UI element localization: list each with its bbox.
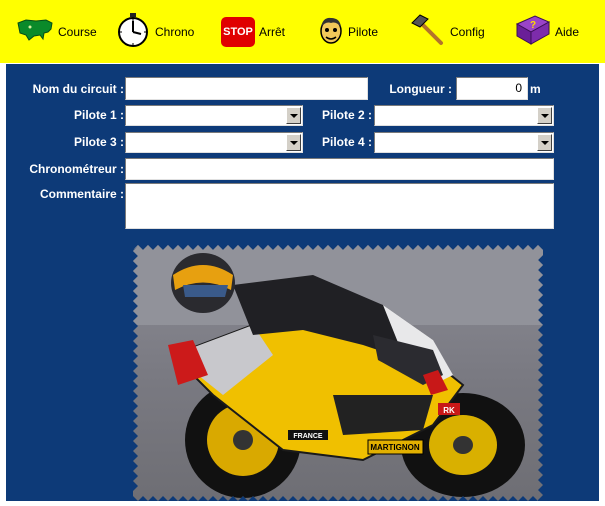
- pilote2-select[interactable]: [374, 105, 554, 126]
- usa-map-icon: [16, 17, 54, 48]
- sponsor-martignon-text: MARTIGNON: [370, 443, 420, 452]
- arret-button[interactable]: STOP Arrêt: [221, 14, 285, 50]
- pilote2-label: Pilote 2 :: [321, 108, 372, 122]
- stopwatch-icon: [115, 12, 151, 53]
- svg-text:?: ?: [530, 20, 536, 31]
- nom-circuit-label: Nom du circuit :: [32, 82, 124, 96]
- pilote4-select[interactable]: [374, 132, 554, 153]
- aide-label: Aide: [555, 25, 580, 39]
- longueur-label: Longueur :: [389, 82, 452, 96]
- pilote4-label: Pilote 4 :: [321, 135, 372, 149]
- plate-text: RK: [443, 406, 455, 415]
- config-label: Config: [450, 25, 485, 39]
- pilote3-dropdown-icon[interactable]: [286, 134, 301, 151]
- course-label: Course: [58, 25, 97, 39]
- chrono-label: Chrono: [155, 25, 195, 39]
- pilote2-dropdown-icon[interactable]: [537, 107, 552, 124]
- pilote1-dropdown-icon[interactable]: [286, 107, 301, 124]
- pilote4-dropdown-icon[interactable]: [537, 134, 552, 151]
- stop-sign-icon: STOP: [221, 17, 255, 47]
- pilote1-select[interactable]: [125, 105, 303, 126]
- longueur-input[interactable]: 0: [456, 77, 528, 100]
- pilote3-label: Pilote 3 :: [73, 135, 124, 149]
- nom-circuit-input[interactable]: [125, 77, 368, 100]
- config-button[interactable]: Config: [410, 13, 485, 52]
- aide-button[interactable]: ? Aide: [515, 14, 579, 50]
- sponsor-france-text: FRANCE: [293, 433, 322, 440]
- hammer-icon: [410, 13, 446, 52]
- chronometreur-input[interactable]: [125, 158, 554, 180]
- commentaire-textarea[interactable]: [125, 183, 554, 229]
- chrono-button[interactable]: Chrono: [115, 12, 195, 53]
- pilote1-label: Pilote 1 :: [73, 108, 124, 122]
- help-book-icon: ?: [515, 14, 551, 51]
- pilote-label: Pilote: [348, 25, 379, 39]
- arret-label: Arrêt: [259, 25, 286, 39]
- toolbar: Course Chrono STOP Arrêt Pilote Config ?…: [0, 0, 605, 63]
- longueur-value: 0: [515, 81, 522, 95]
- course-button[interactable]: Course: [16, 14, 97, 50]
- chronometreur-label: Chronométreur :: [29, 162, 124, 176]
- stop-sign-text: STOP: [223, 26, 253, 38]
- pilot-face-icon: [318, 15, 344, 50]
- commentaire-label: Commentaire :: [39, 187, 124, 201]
- motorcycle-photo: FRANCE MARTIGNON RK: [133, 245, 543, 501]
- longueur-unit: m: [530, 82, 541, 96]
- pilote-button[interactable]: Pilote: [318, 14, 378, 50]
- pilote3-select[interactable]: [125, 132, 303, 153]
